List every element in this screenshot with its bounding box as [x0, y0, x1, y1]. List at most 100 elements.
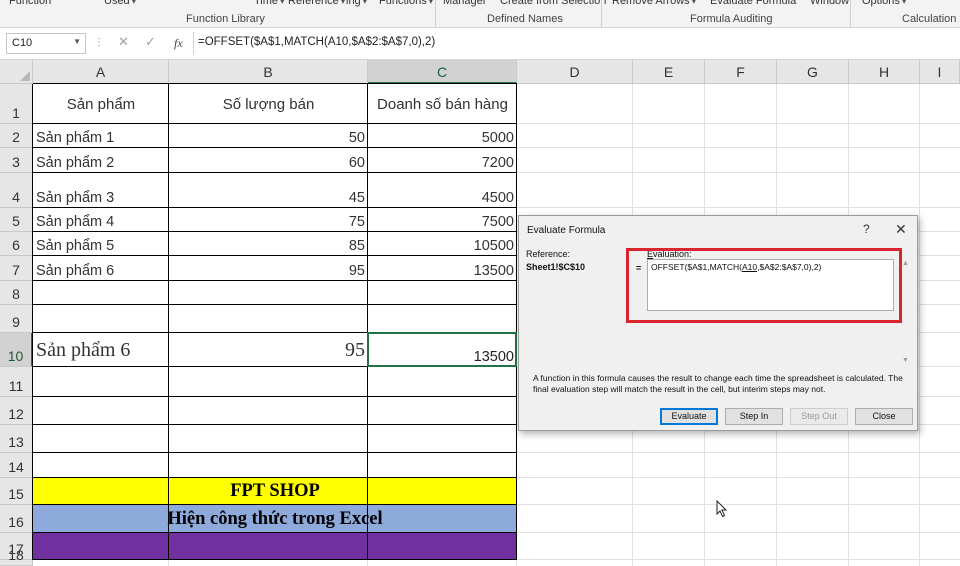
row-header-7[interactable]: 7 — [0, 256, 33, 281]
cell-border — [33, 452, 517, 453]
row-header-4[interactable]: 4 — [0, 173, 33, 208]
cell-b4[interactable]: 45 — [169, 173, 368, 208]
ribbon-item[interactable]: Manager — [443, 0, 486, 7]
column-header-i[interactable]: I — [920, 60, 960, 84]
column-header-e[interactable]: E — [633, 60, 705, 84]
ribbon-item[interactable]: Evaluate Formula — [710, 0, 796, 7]
cell-border — [33, 304, 517, 305]
cell-a10[interactable]: Sản phẩm 6 — [33, 333, 169, 367]
ribbon-separator — [850, 0, 851, 27]
row-header-11[interactable]: 11 — [0, 367, 33, 397]
cell-a6[interactable]: Sản phẩm 5 — [33, 232, 169, 256]
cancel-icon[interactable]: ✕ — [118, 34, 129, 50]
scroll-up-icon[interactable]: ▲ — [902, 260, 909, 267]
cell-border — [33, 147, 517, 148]
close-button[interactable]: Close — [855, 408, 913, 425]
cell-border — [33, 280, 517, 281]
cell-a5[interactable]: Sản phẩm 4 — [33, 208, 169, 232]
cell-b6[interactable]: 85 — [169, 232, 368, 256]
ribbon-item[interactable]: Reference ▾ — [288, 0, 345, 7]
enter-icon[interactable]: ✓ — [145, 34, 156, 50]
column-header-f[interactable]: F — [705, 60, 777, 84]
column-header-a[interactable]: A — [33, 60, 169, 84]
row-header-10[interactable]: 10 — [0, 333, 33, 367]
dialog-title: Evaluate Formula — [527, 225, 606, 236]
step-in-button[interactable]: Step In — [725, 408, 783, 425]
row-header-12[interactable]: 12 — [0, 397, 33, 425]
banner-purple[interactable] — [33, 533, 517, 560]
ribbon-item[interactable]: Functions ▾ — [379, 0, 433, 7]
name-box[interactable]: C10 ▼ — [6, 33, 86, 54]
name-box-value: C10 — [12, 37, 33, 49]
select-all-button[interactable] — [0, 60, 33, 84]
row-header-14[interactable]: 14 — [0, 453, 33, 478]
banner-fpt-shop[interactable]: FPT SHOP — [33, 478, 517, 505]
evaluate-button[interactable]: Evaluate — [660, 408, 718, 425]
ribbon-item[interactable]: Remove Arrows ▾ — [612, 0, 696, 7]
ribbon-item[interactable]: ing ▾ — [346, 0, 367, 7]
active-cell-outline — [367, 332, 517, 367]
close-icon[interactable]: ✕ — [895, 221, 907, 238]
ribbon-item[interactable]: Window — [810, 0, 849, 7]
ribbon-item-label: Reference — [288, 0, 339, 7]
chevron-down-icon: ▾ — [278, 0, 285, 6]
group-calculation: Calculation — [902, 13, 957, 25]
header-quantity[interactable]: Số lượng bán — [169, 84, 368, 124]
cell-c6[interactable]: 10500 — [368, 232, 517, 256]
row-header-2[interactable]: 2 — [0, 124, 33, 148]
cell-a7[interactable]: Sản phẩm 6 — [33, 256, 169, 281]
chevron-down-icon: ▾ — [338, 0, 346, 6]
help-icon[interactable]: ? — [863, 222, 870, 236]
banner-subtitle[interactable]: Hiện công thức trong Excel — [33, 505, 517, 533]
cell-c3[interactable]: 7200 — [368, 148, 517, 173]
row-header-1[interactable]: 1 — [0, 84, 33, 124]
row-header-15[interactable]: 15 — [0, 478, 33, 505]
row-header-13[interactable]: 13 — [0, 425, 33, 453]
formula-bar-grip-icon[interactable]: ⋮ — [94, 37, 104, 48]
ribbon-item[interactable]: Used ▾ — [104, 0, 136, 7]
header-revenue[interactable]: Doanh số bán hàng — [368, 84, 517, 124]
column-header-b[interactable]: B — [169, 60, 368, 84]
cell-b10[interactable]: 95 — [169, 333, 368, 367]
ribbon-item[interactable]: Options ▾ — [862, 0, 906, 7]
chevron-down-icon[interactable]: ▼ — [73, 37, 81, 46]
cell-border — [33, 396, 517, 397]
row-header-9[interactable]: 9 — [0, 305, 33, 333]
header-product[interactable]: Sản phẩm — [33, 84, 169, 124]
ribbon-item[interactable]: Function — [9, 0, 51, 7]
cell-border — [33, 83, 517, 84]
cell-b7[interactable]: 95 — [169, 256, 368, 281]
step-out-button[interactable]: Step Out — [790, 408, 848, 425]
cell-a4[interactable]: Sản phẩm 3 — [33, 173, 169, 208]
row-header-5[interactable]: 5 — [0, 208, 33, 232]
row-header-8[interactable]: 8 — [0, 281, 33, 305]
cell-c5[interactable]: 7500 — [368, 208, 517, 232]
column-header-h[interactable]: H — [849, 60, 920, 84]
scroll-down-icon[interactable]: ▼ — [902, 357, 909, 364]
cell-border — [168, 84, 169, 560]
cell-b3[interactable]: 60 — [169, 148, 368, 173]
row-header-18[interactable]: 18 — [0, 547, 33, 566]
cell-c4[interactable]: 4500 — [368, 173, 517, 208]
cell-a2[interactable]: Sản phẩm 1 — [33, 124, 169, 148]
row-header-6[interactable]: 6 — [0, 232, 33, 256]
ribbon-item-label: Options — [862, 0, 900, 7]
insert-function-icon[interactable]: fx — [174, 36, 183, 51]
group-function-library: Function Library — [186, 13, 265, 25]
cell-c7[interactable]: 13500 — [368, 256, 517, 281]
cell-border — [33, 255, 517, 256]
row-header-16[interactable]: 16 — [0, 505, 33, 533]
formula-input[interactable]: =OFFSET($A$1,MATCH(A10,$A$2:$A$7,0),2) — [198, 36, 435, 48]
cell-c2[interactable]: 5000 — [368, 124, 517, 148]
ribbon-item[interactable]: Create from Selection — [500, 0, 606, 7]
cell-b2[interactable]: 50 — [169, 124, 368, 148]
row-header-3[interactable]: 3 — [0, 148, 33, 173]
cell-border — [33, 532, 517, 533]
highlight-box — [626, 248, 902, 323]
column-header-c[interactable]: C — [368, 60, 517, 84]
column-header-g[interactable]: G — [777, 60, 849, 84]
cell-a3[interactable]: Sản phẩm 2 — [33, 148, 169, 173]
cell-b5[interactable]: 75 — [169, 208, 368, 232]
ribbon-item[interactable]: Time ▾ — [254, 0, 284, 7]
column-header-d[interactable]: D — [517, 60, 633, 84]
